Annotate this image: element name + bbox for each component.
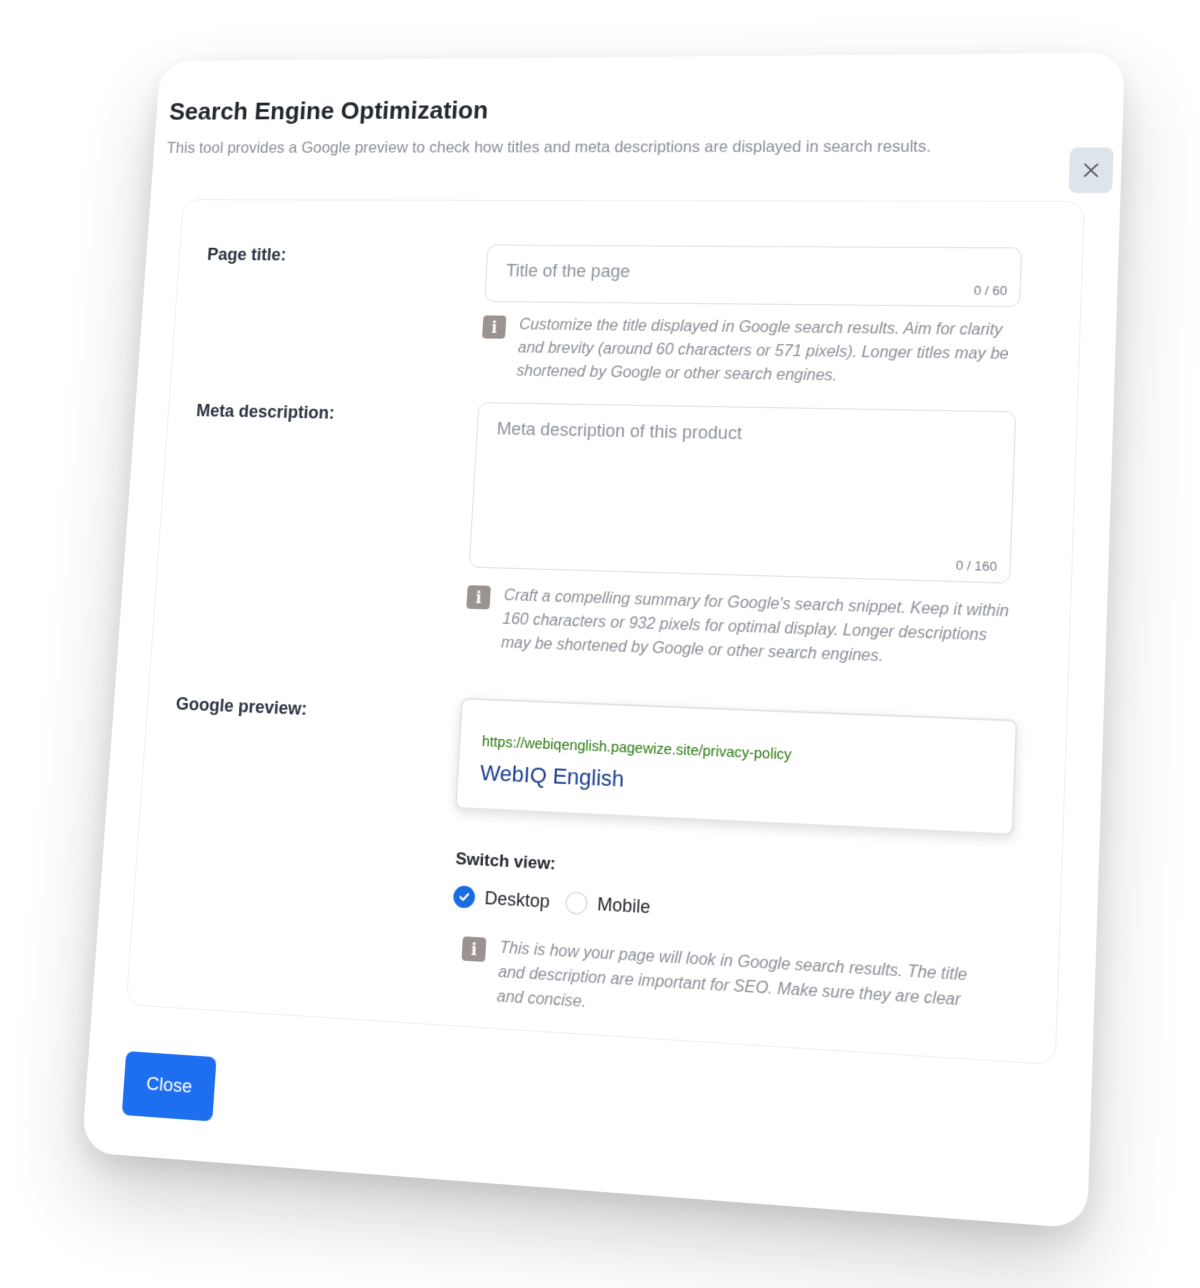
- page-title-placeholder: Title of the page: [505, 261, 630, 282]
- radio-mobile-label: Mobile: [597, 894, 651, 918]
- page-title-input[interactable]: Title of the page 0 / 60: [484, 245, 1022, 308]
- stage: Search Engine Optimization This tool pro…: [0, 0, 1200, 1288]
- preview-title: WebIQ English: [479, 760, 624, 793]
- page-title-counter: 0 / 60: [974, 283, 1008, 298]
- meta-description-help: i Craft a compelling summary for Google'…: [464, 583, 1010, 674]
- page-title-help-text: Customize the title displayed in Google …: [516, 314, 1020, 391]
- meta-description-counter: 0 / 160: [956, 558, 998, 574]
- page-title-help: i Customize the title displayed in Googl…: [480, 313, 1020, 391]
- info-icon: i: [466, 585, 491, 609]
- view-radio-group: Desktop Mobile: [453, 885, 651, 918]
- radio-desktop[interactable]: Desktop: [453, 885, 551, 913]
- switch-view-label: Switch view:: [455, 849, 556, 874]
- info-icon: i: [482, 315, 506, 338]
- preview-url: https://webiqenglish.pagewize.site/priva…: [481, 734, 791, 763]
- google-preview-label: Google preview:: [175, 694, 307, 720]
- meta-description-help-text: Craft a compelling summary for Google's …: [500, 584, 1009, 673]
- close-icon-button[interactable]: [1069, 147, 1114, 193]
- seo-form-panel: Page title: Title of the page 0 / 60 i C…: [126, 199, 1085, 1065]
- switch-view-help: i This is how your page will look in Goo…: [459, 934, 992, 1040]
- switch-view-help-text: This is how your page will look in Googl…: [496, 936, 992, 1040]
- radio-mobile[interactable]: Mobile: [565, 891, 651, 918]
- info-icon: i: [461, 936, 486, 962]
- seo-modal: Search Engine Optimization This tool pro…: [81, 53, 1125, 1229]
- meta-description-textarea[interactable]: Meta description of this product 0 / 160: [469, 402, 1017, 584]
- close-icon: [1083, 162, 1100, 178]
- radio-empty-icon: [565, 891, 588, 915]
- meta-description-label: Meta description:: [196, 401, 336, 424]
- checkmark-icon: [453, 885, 476, 908]
- page-title-label: Page title:: [207, 245, 287, 265]
- radio-desktop-label: Desktop: [484, 887, 550, 912]
- meta-description-placeholder: Meta description of this product: [496, 419, 742, 444]
- modal-subtitle: This tool provides a Google preview to c…: [166, 138, 931, 158]
- modal-title: Search Engine Optimization: [168, 96, 489, 126]
- close-button[interactable]: Close: [122, 1051, 217, 1121]
- google-preview-card: https://webiqenglish.pagewize.site/priva…: [455, 697, 1018, 835]
